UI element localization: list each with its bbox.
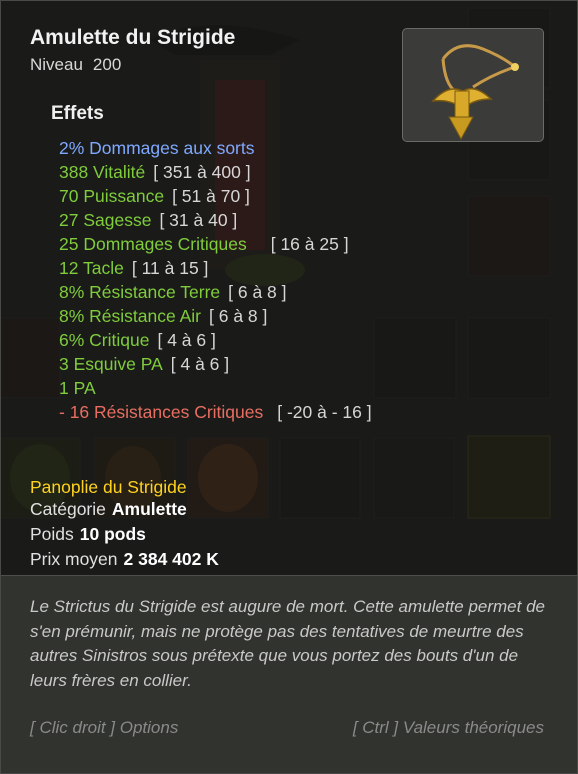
- effect-text: 2% Dommages aux sorts: [59, 138, 255, 158]
- effect-text: 25 Dommages Critiques: [59, 234, 247, 254]
- options-hint[interactable]: [ Clic droit ] Options: [30, 718, 178, 738]
- effect-text: 388 Vitalité: [59, 162, 146, 182]
- effect-range: [ 51 à 70 ]: [172, 186, 250, 206]
- effect-range: [ -20 à - 16 ]: [277, 402, 372, 422]
- effect-line: 6% Critique [ 4 à 6 ]: [59, 328, 389, 352]
- level-label: Niveau: [30, 55, 83, 74]
- item-level: Niveau 200: [30, 55, 131, 75]
- effect-line: 8% Résistance Terre [ 6 à 8 ]: [59, 280, 389, 304]
- effect-range: [ 31 à 40 ]: [159, 210, 238, 230]
- effect-line: 12 Tacle [ 11 à 15 ]: [59, 256, 389, 280]
- item-name: Amulette du Strigide: [30, 26, 236, 49]
- effect-text: 6% Critique: [59, 330, 150, 350]
- effect-line: 2% Dommages aux sorts: [59, 136, 389, 160]
- effect-range: [ 6 à 8 ]: [209, 306, 268, 326]
- category-value: Amulette: [111, 499, 187, 519]
- price-value: 2 384 402 K: [123, 549, 219, 569]
- effect-text: 3 Esquive PA: [59, 354, 163, 374]
- item-description: Le Strictus du Strigide est augure de mo…: [30, 597, 545, 690]
- effect-line: 70 Puissance [ 51 à 70 ]: [59, 184, 389, 208]
- effect-text: 27 Sagesse: [59, 210, 152, 230]
- weight-value: 10 pods: [79, 524, 146, 544]
- weight-row: Poids 10 pods: [30, 524, 146, 545]
- effect-line: 27 Sagesse [ 31 à 40 ]: [59, 208, 389, 232]
- effect-text: 8% Résistance Air: [59, 306, 202, 326]
- effect-line: 25 Dommages Critiques [ 16 à 25 ]: [59, 232, 389, 256]
- effect-range: [ 4 à 6 ]: [157, 330, 216, 350]
- effect-line: 8% Résistance Air [ 6 à 8 ]: [59, 304, 389, 328]
- effect-text: 8% Résistance Terre: [59, 282, 221, 302]
- weight-label: Poids: [30, 524, 74, 544]
- category-label: Catégorie: [30, 499, 106, 519]
- golden-amulet-icon: [431, 44, 519, 141]
- effect-text: 12 Tacle: [59, 258, 124, 278]
- effect-range: [ 16 à 25 ]: [270, 234, 349, 254]
- price-label: Prix moyen: [30, 549, 118, 569]
- effect-text: 1 PA: [59, 378, 96, 398]
- effect-range: [ 351 à 400 ]: [153, 162, 251, 182]
- effect-text: 70 Puissance: [59, 186, 165, 206]
- effect-range: [ 6 à 8 ]: [228, 282, 287, 302]
- effects-heading: Effets: [51, 103, 104, 124]
- effect-line: 1 PA: [59, 376, 389, 400]
- price-row: Prix moyen 2 384 402 K: [30, 549, 219, 570]
- item-icon-frame: [402, 28, 544, 142]
- effects-list: 2% Dommages aux sorts 388 Vitalité [ 351 à…: [59, 136, 389, 424]
- effect-line: - 16 Résistances Critiques [ -20 à - 16 ]: [59, 400, 389, 424]
- theoretical-values-hint[interactable]: [ Ctrl ] Valeurs théoriques: [353, 718, 544, 738]
- effect-range: [ 4 à 6 ]: [170, 354, 230, 374]
- level-value: 200: [92, 55, 122, 74]
- effect-line: 388 Vitalité [ 351 à 400 ]: [59, 160, 389, 184]
- effect-line: 3 Esquive PA [ 4 à 6 ]: [59, 352, 389, 376]
- set-name[interactable]: Panoplie du Strigide: [30, 477, 187, 498]
- effect-text: - 16 Résistances Critiques: [59, 402, 264, 422]
- category-row: Catégorie Amulette: [30, 499, 187, 520]
- effect-range: [ 11 à 15 ]: [131, 258, 209, 278]
